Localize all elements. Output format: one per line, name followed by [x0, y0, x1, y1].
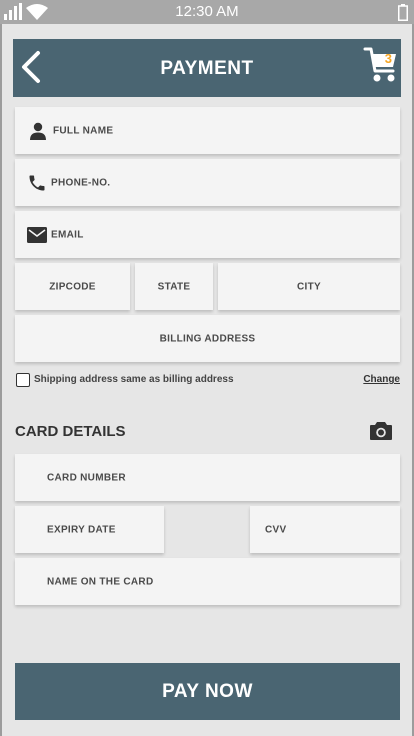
pay-now-button[interactable]: PAY NOW	[15, 663, 400, 720]
shipping-same-row: Shipping address same as billing address…	[16, 373, 400, 389]
full-name-placeholder: FULL NAME	[53, 125, 114, 136]
cart-count-badge: 3	[384, 51, 392, 66]
person-icon	[30, 122, 46, 140]
zipcode-placeholder: ZIPCODE	[49, 281, 96, 292]
status-bar: 12:30 AM	[0, 0, 414, 24]
name-on-card-field[interactable]: NAME ON THE CARD	[15, 558, 400, 605]
cart-icon[interactable]	[363, 45, 399, 85]
zipcode-field[interactable]: ZIPCODE	[15, 263, 130, 310]
cvv-field[interactable]: CVV	[250, 506, 400, 553]
email-placeholder: EMAIL	[51, 229, 84, 240]
phone-field[interactable]: PHONE-NO.	[15, 159, 400, 206]
state-placeholder: STATE	[157, 281, 191, 292]
mail-icon	[27, 226, 47, 243]
card-details-heading: CARD DETAILS	[15, 423, 126, 440]
page-title: PAYMENT	[160, 58, 254, 79]
change-link[interactable]: Change	[363, 374, 400, 385]
phone-placeholder: PHONE-NO.	[51, 177, 111, 188]
full-name-field[interactable]: FULL NAME	[15, 107, 400, 154]
camera-icon[interactable]	[370, 420, 392, 440]
name-on-card-placeholder: NAME ON THE CARD	[47, 576, 154, 587]
card-number-placeholder: CARD NUMBER	[47, 472, 126, 483]
expiry-date-placeholder: EXPIRY DATE	[47, 524, 116, 535]
status-time: 12:30 AM	[175, 3, 239, 20]
state-field[interactable]: STATE	[135, 263, 213, 310]
billing-address-field[interactable]: BILLING ADDRESS	[15, 315, 400, 362]
email-field[interactable]: EMAIL	[15, 211, 400, 258]
card-number-field[interactable]: CARD NUMBER	[15, 454, 400, 501]
phone-icon	[29, 175, 45, 190]
expiry-date-field[interactable]: EXPIRY DATE	[15, 506, 164, 553]
shipping-same-checkbox[interactable]	[16, 373, 30, 387]
city-placeholder: CITY	[297, 281, 321, 292]
shipping-same-label: Shipping address same as billing address	[34, 374, 234, 385]
payment-screen: 12:30 AM PAYMENT 3 FULL NAME PHONE-NO. E…	[0, 0, 414, 736]
app-header: PAYMENT 3	[13, 39, 401, 97]
city-field[interactable]: CITY	[218, 263, 400, 310]
cvv-placeholder: CVV	[265, 524, 287, 535]
frame-edge	[0, 24, 2, 736]
battery-icon	[398, 4, 408, 21]
billing-address-placeholder: BILLING ADDRESS	[159, 333, 256, 344]
